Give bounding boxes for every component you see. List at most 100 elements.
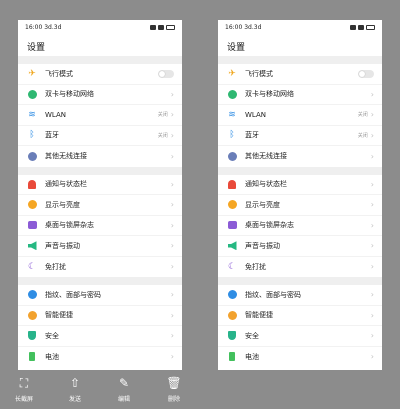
airplane-toggle[interactable] — [358, 69, 374, 78]
wifi-status-icon — [358, 24, 364, 30]
settings-item-label: 桌面与锁屏杂志 — [245, 221, 294, 230]
group-divider — [218, 56, 382, 64]
settings-item-label: 通知与状态栏 — [45, 180, 87, 189]
status-bar: 16:00 3d.3d — [218, 20, 382, 34]
pen-icon: ✎ — [118, 376, 130, 390]
settings-item-bluetooth[interactable]: ᛒ 蓝牙 关闭 › — [18, 126, 182, 146]
long-screenshot-button[interactable]: ⛶ 长截屏 — [4, 376, 44, 403]
settings-item-fingerprint[interactable]: 指纹、面部与密码 › — [218, 285, 382, 306]
settings-item-dnd[interactable]: ☾ 免打扰 › — [218, 257, 382, 278]
chevron-right-icon: › — [370, 290, 374, 300]
settings-item-notifications[interactable]: 通知与状态栏 › — [18, 175, 182, 195]
share-icon: ⇧ — [69, 376, 81, 390]
settings-item-label: 安全 — [45, 331, 59, 340]
settings-item-label: 免打扰 — [245, 262, 266, 271]
settings-item-desktop[interactable]: 桌面与锁屏杂志 › — [18, 216, 182, 236]
settings-item-value: 关闭 — [357, 112, 368, 119]
settings-group-security: 指纹、面部与密码 › 智能便捷 › 安全 › 电池 › — [218, 285, 382, 367]
settings-item-airplane-mode[interactable]: ✈ 飞行模式 — [218, 64, 382, 85]
settings-item-notifications[interactable]: 通知与状态栏 › — [218, 175, 382, 195]
group-divider — [218, 277, 382, 285]
chevron-right-icon: › — [370, 151, 374, 161]
chevron-right-icon: › — [370, 200, 374, 210]
settings-group-connectivity: ✈ 飞行模式 双卡与移动网络 › ≋ WLAN 关闭 › ᛒ 蓝牙 关闭 › 其… — [218, 64, 382, 167]
settings-item-dual-sim[interactable]: 双卡与移动网络 › — [218, 85, 382, 105]
desktop-icon — [227, 220, 237, 230]
group-divider — [218, 166, 382, 175]
settings-item-sound[interactable]: 声音与振动 › — [18, 236, 182, 257]
chevron-right-icon: › — [370, 331, 374, 341]
settings-item-label: WLAN — [45, 110, 67, 119]
airplane-icon: ✈ — [228, 68, 236, 79]
smart-icon — [227, 310, 237, 320]
settings-item-display[interactable]: 显示与亮度 › — [218, 195, 382, 216]
chevron-right-icon: › — [170, 89, 174, 99]
chevron-right-icon: › — [170, 200, 174, 210]
settings-item-sound[interactable]: 声音与振动 › — [218, 236, 382, 257]
chevron-right-icon: › — [370, 262, 374, 272]
settings-item-label: 显示与亮度 — [245, 200, 280, 209]
settings-item-smart[interactable]: 智能便捷 › — [18, 306, 182, 326]
delete-button[interactable]: 🗑 删除 — [154, 376, 194, 403]
bluetooth-icon: ᛒ — [29, 130, 35, 141]
speaker-icon — [27, 241, 37, 251]
settings-item-security[interactable]: 安全 › — [218, 326, 382, 347]
chevron-right-icon: › — [370, 352, 374, 362]
chevron-right-icon: › — [370, 130, 374, 140]
page-title: 设置 — [27, 43, 46, 53]
settings-item-battery[interactable]: 电池 › — [218, 347, 382, 368]
settings-item-battery[interactable]: 电池 › — [18, 347, 182, 368]
settings-group-connectivity: ✈ 飞行模式 双卡与移动网络 › ≋ WLAN 关闭 › ᛒ 蓝牙 关闭 › 其… — [18, 64, 182, 167]
delete-label: 删除 — [167, 396, 180, 403]
settings-item-other-wireless[interactable]: 其他无线连接 › — [218, 146, 382, 167]
edit-button[interactable]: ✎ 编辑 — [104, 376, 144, 403]
bell-icon — [27, 179, 37, 189]
settings-item-dual-sim[interactable]: 双卡与移动网络 › — [18, 85, 182, 105]
link-icon — [227, 151, 237, 161]
settings-item-desktop[interactable]: 桌面与锁屏杂志 › — [218, 216, 382, 236]
settings-item-other-wireless[interactable]: 其他无线连接 › — [18, 146, 182, 167]
settings-item-label: WLAN — [245, 110, 267, 119]
wifi-icon: ≋ — [228, 109, 236, 120]
chevron-right-icon: › — [170, 110, 174, 120]
settings-item-label: 其他无线连接 — [45, 152, 87, 161]
chevron-right-icon: › — [170, 262, 174, 272]
globe-icon — [27, 89, 37, 99]
chevron-right-icon: › — [170, 290, 174, 300]
settings-item-wlan[interactable]: ≋ WLAN 关闭 › — [18, 105, 182, 126]
shield-icon — [227, 331, 237, 341]
settings-item-dnd[interactable]: ☾ 免打扰 › — [18, 257, 182, 278]
airplane-icon: ✈ — [28, 68, 36, 79]
group-divider — [18, 56, 182, 64]
settings-item-label: 智能便捷 — [245, 311, 273, 320]
chevron-right-icon: › — [170, 179, 174, 189]
settings-item-label: 显示与亮度 — [45, 200, 80, 209]
chevron-right-icon: › — [370, 89, 374, 99]
settings-item-smart[interactable]: 智能便捷 › — [218, 306, 382, 326]
settings-item-value: 关闭 — [357, 132, 368, 139]
settings-item-value: 关闭 — [157, 112, 168, 119]
chevron-right-icon: › — [370, 179, 374, 189]
status-time: 16:00 3d.3d — [25, 23, 62, 31]
settings-item-display[interactable]: 显示与亮度 › — [18, 195, 182, 216]
group-divider — [18, 166, 182, 175]
settings-item-label: 免打扰 — [45, 262, 66, 271]
long-screenshot-label: 长截屏 — [14, 396, 33, 403]
send-button[interactable]: ⇧ 发送 — [55, 376, 95, 403]
fingerprint-icon — [27, 290, 37, 300]
settings-item-label: 电池 — [245, 352, 259, 361]
settings-item-label: 电池 — [45, 352, 59, 361]
desktop-icon — [27, 220, 37, 230]
settings-item-fingerprint[interactable]: 指纹、面部与密码 › — [18, 285, 182, 306]
settings-item-airplane-mode[interactable]: ✈ 飞行模式 — [18, 64, 182, 85]
settings-item-security[interactable]: 安全 › — [18, 326, 182, 347]
status-time: 16:00 3d.3d — [225, 23, 262, 31]
settings-item-wlan[interactable]: ≋ WLAN 关闭 › — [218, 105, 382, 126]
settings-item-bluetooth[interactable]: ᛒ 蓝牙 关闭 › — [218, 126, 382, 146]
bell-icon — [227, 179, 237, 189]
chevron-right-icon: › — [170, 352, 174, 362]
edit-label: 编辑 — [117, 396, 130, 403]
airplane-toggle[interactable] — [158, 69, 174, 78]
screenshot-toolbar: ⛶ 长截屏 ⇧ 发送 ✎ 编辑 🗑 删除 — [0, 376, 400, 409]
bluetooth-icon: ᛒ — [229, 130, 235, 141]
